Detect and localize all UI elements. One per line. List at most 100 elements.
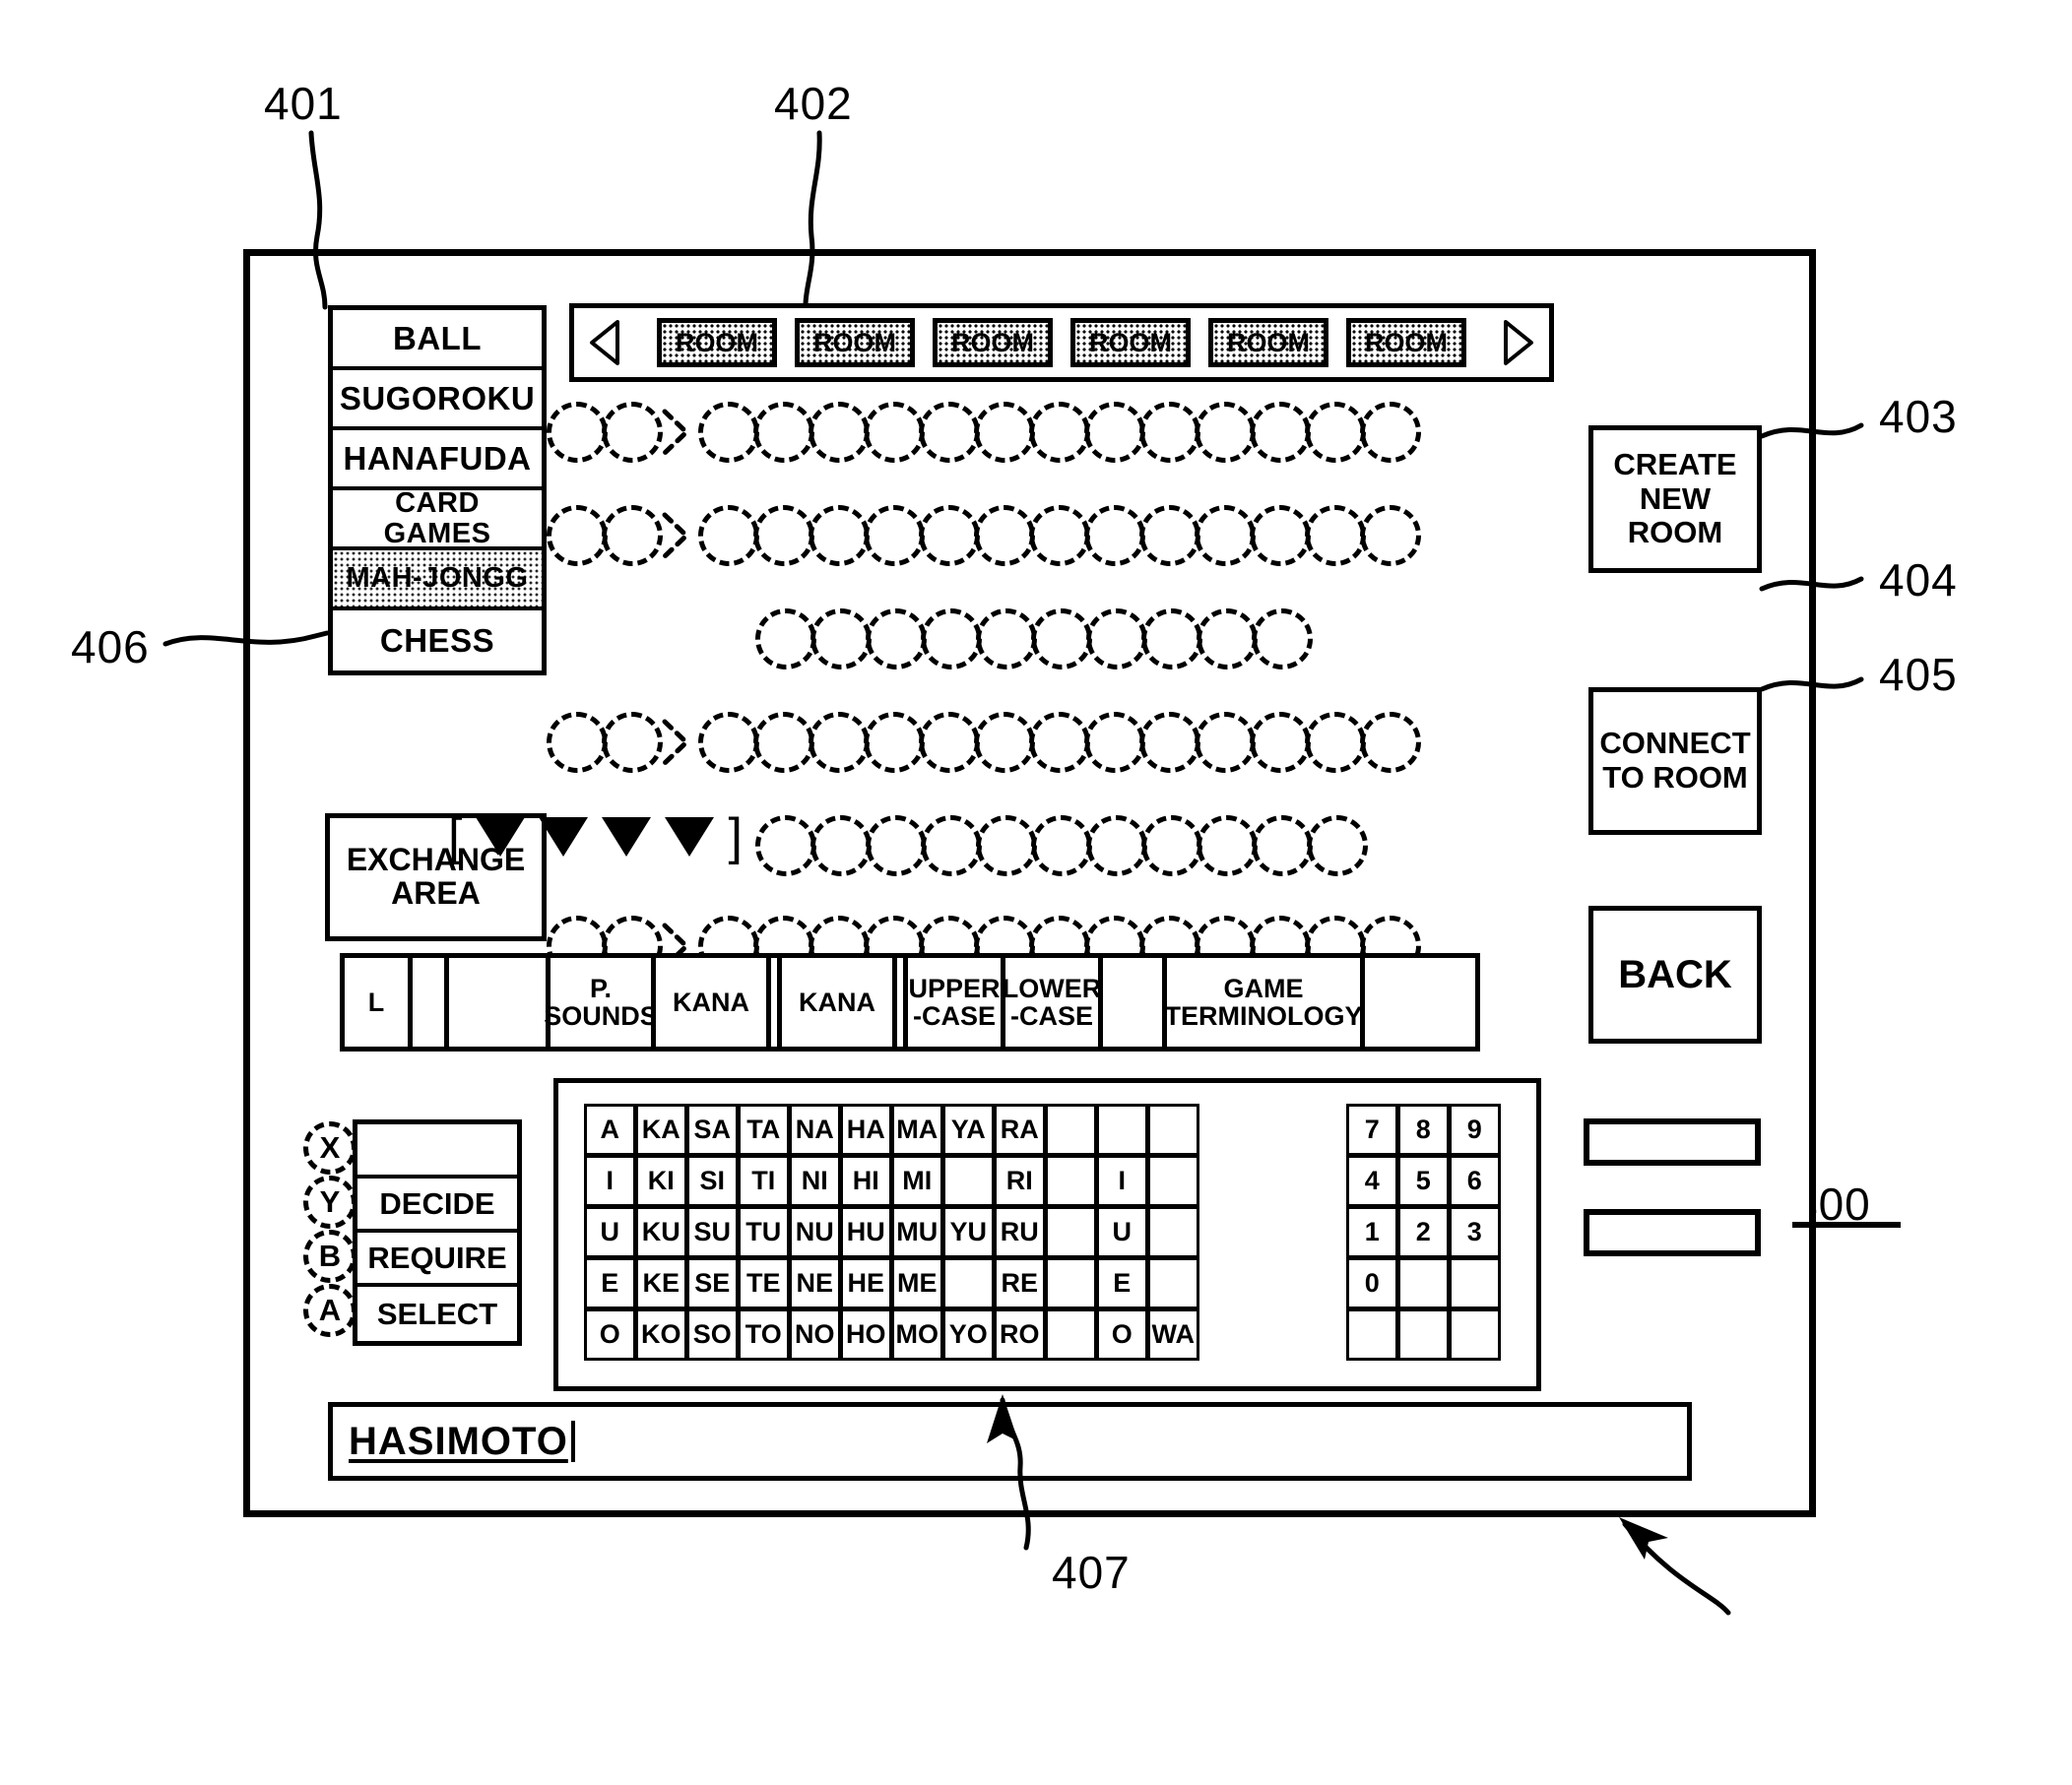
number-key-8[interactable]: 8: [1396, 1103, 1450, 1156]
keyboard-tab-l[interactable]: L: [340, 953, 413, 1052]
back-button[interactable]: BACK: [1588, 906, 1762, 1044]
keyboard-tab-blank-1[interactable]: [408, 953, 449, 1052]
kana-key-se[interactable]: SE: [685, 1256, 739, 1309]
kana-key-u[interactable]: U: [583, 1205, 636, 1258]
category-item-sugoroku[interactable]: SUGOROKU: [333, 370, 542, 430]
kana-key-hu[interactable]: HU: [839, 1205, 892, 1258]
kana-key-nu[interactable]: NU: [788, 1205, 841, 1258]
button-b-icon[interactable]: B: [303, 1230, 356, 1283]
kana-key-tu[interactable]: TU: [737, 1205, 790, 1258]
kana-key-a[interactable]: A: [583, 1103, 636, 1156]
kana-key-wa[interactable]: WA: [1146, 1307, 1199, 1361]
triangle-right-icon[interactable]: [1502, 318, 1535, 367]
kana-key-hi[interactable]: HI: [839, 1154, 892, 1207]
kana-key-ri[interactable]: RI: [993, 1154, 1046, 1207]
kana-key-na[interactable]: NA: [788, 1103, 841, 1156]
kana-key-he[interactable]: HE: [839, 1256, 892, 1309]
button-x-icon[interactable]: X: [303, 1121, 356, 1175]
create-new-room-button[interactable]: CREATE NEW ROOM: [1588, 425, 1762, 573]
kana-key-ku[interactable]: KU: [634, 1205, 687, 1258]
side-stub-box-1[interactable]: [1584, 1118, 1761, 1166]
kana-key-u[interactable]: U: [1095, 1205, 1148, 1258]
down-triangle-icon[interactable]: [539, 817, 589, 857]
kana-key-ni[interactable]: NI: [788, 1154, 841, 1207]
room-button-4[interactable]: ROOM: [1070, 318, 1191, 367]
room-button-5[interactable]: ROOM: [1208, 318, 1328, 367]
button-a-icon[interactable]: A: [303, 1284, 356, 1337]
down-triangle-icon[interactable]: [476, 817, 526, 857]
room-button-3[interactable]: ROOM: [933, 318, 1053, 367]
category-item-mah-jongg[interactable]: MAH-JONGG: [333, 550, 542, 610]
side-stub-box-2[interactable]: [1584, 1209, 1761, 1256]
category-item-ball[interactable]: BALL: [333, 310, 542, 370]
keyboard-tab-kana[interactable]: KANA: [777, 953, 897, 1052]
number-key-1[interactable]: 1: [1345, 1205, 1398, 1258]
kana-key-o[interactable]: O: [583, 1307, 636, 1361]
kana-key-si[interactable]: SI: [685, 1154, 739, 1207]
kana-key-i[interactable]: I: [1095, 1154, 1148, 1207]
keyboard-tab-blank-12[interactable]: [1360, 953, 1480, 1052]
category-item-hanafuda[interactable]: HANAFUDA: [333, 430, 542, 490]
number-key-3[interactable]: 3: [1448, 1205, 1501, 1258]
triangle-left-icon[interactable]: [588, 318, 621, 367]
name-input-field[interactable]: HASIMOTO: [328, 1402, 1692, 1481]
kana-key-re[interactable]: RE: [993, 1256, 1046, 1309]
kana-key-ya[interactable]: YA: [941, 1103, 995, 1156]
category-item-card-games[interactable]: CARD GAMES: [333, 488, 542, 550]
kana-key-ke[interactable]: KE: [634, 1256, 687, 1309]
kana-key-e[interactable]: E: [583, 1256, 636, 1309]
kana-key-me[interactable]: ME: [890, 1256, 943, 1309]
kana-key-mo[interactable]: MO: [890, 1307, 943, 1361]
number-key-2[interactable]: 2: [1396, 1205, 1450, 1258]
number-key-6[interactable]: 6: [1448, 1154, 1501, 1207]
kana-key-yu[interactable]: YU: [941, 1205, 995, 1258]
kana-key-i[interactable]: I: [583, 1154, 636, 1207]
kana-key-ma[interactable]: MA: [890, 1103, 943, 1156]
kana-key-ti[interactable]: TI: [737, 1154, 790, 1207]
keyboard-tab-kana[interactable]: KANA: [651, 953, 771, 1052]
kana-key-mi[interactable]: MI: [890, 1154, 943, 1207]
hint-decide[interactable]: DECIDE: [357, 1179, 517, 1233]
keyboard-tab-p-sounds[interactable]: P. SOUNDS: [544, 953, 658, 1052]
connect-to-room-button[interactable]: CONNECT TO ROOM: [1588, 687, 1762, 835]
kana-key-ho[interactable]: HO: [839, 1307, 892, 1361]
kana-key-ra[interactable]: RA: [993, 1103, 1046, 1156]
kana-key-ki[interactable]: KI: [634, 1154, 687, 1207]
number-key-9[interactable]: 9: [1448, 1103, 1501, 1156]
room-button-1[interactable]: ROOM: [657, 318, 777, 367]
kana-key-to[interactable]: TO: [737, 1307, 790, 1361]
category-item-chess[interactable]: CHESS: [333, 610, 542, 670]
keyboard-tab-upper-case[interactable]: UPPER -CASE: [903, 953, 1005, 1052]
kana-key-o[interactable]: O: [1095, 1307, 1148, 1361]
kana-key-ru[interactable]: RU: [993, 1205, 1046, 1258]
keyboard-tab-lower-case[interactable]: LOWER -CASE: [1001, 953, 1103, 1052]
kana-key-ko[interactable]: KO: [634, 1307, 687, 1361]
kana-key-ka[interactable]: KA: [634, 1103, 687, 1156]
kana-key-mu[interactable]: MU: [890, 1205, 943, 1258]
kana-key-ne[interactable]: NE: [788, 1256, 841, 1309]
down-triangle-icon[interactable]: [602, 817, 652, 857]
keyboard-tab-blank-10[interactable]: [1098, 953, 1167, 1052]
hint-select[interactable]: SELECT: [357, 1287, 517, 1341]
number-key-7[interactable]: 7: [1345, 1103, 1398, 1156]
button-y-icon[interactable]: Y: [303, 1176, 356, 1229]
kana-key-so[interactable]: SO: [685, 1307, 739, 1361]
kana-key-ta[interactable]: TA: [737, 1103, 790, 1156]
kana-key-no[interactable]: NO: [788, 1307, 841, 1361]
hint-require[interactable]: REQUIRE: [357, 1233, 517, 1287]
kana-key-e[interactable]: E: [1095, 1256, 1148, 1309]
kana-key-sa[interactable]: SA: [685, 1103, 739, 1156]
number-key-5[interactable]: 5: [1396, 1154, 1450, 1207]
keyboard-tab-game-terminology[interactable]: GAME TERMINOLOGY: [1162, 953, 1365, 1052]
down-triangle-icon[interactable]: [665, 817, 715, 857]
kana-key-yo[interactable]: YO: [941, 1307, 995, 1361]
kana-key-ha[interactable]: HA: [839, 1103, 892, 1156]
room-button-2[interactable]: ROOM: [795, 318, 915, 367]
room-button-6[interactable]: ROOM: [1346, 318, 1466, 367]
keyboard-tab-blank-2[interactable]: [444, 953, 550, 1052]
kana-key-te[interactable]: TE: [737, 1256, 790, 1309]
kana-key-ro[interactable]: RO: [993, 1307, 1046, 1361]
kana-key-su[interactable]: SU: [685, 1205, 739, 1258]
number-key-4[interactable]: 4: [1345, 1154, 1398, 1207]
number-key-0[interactable]: 0: [1345, 1256, 1398, 1309]
